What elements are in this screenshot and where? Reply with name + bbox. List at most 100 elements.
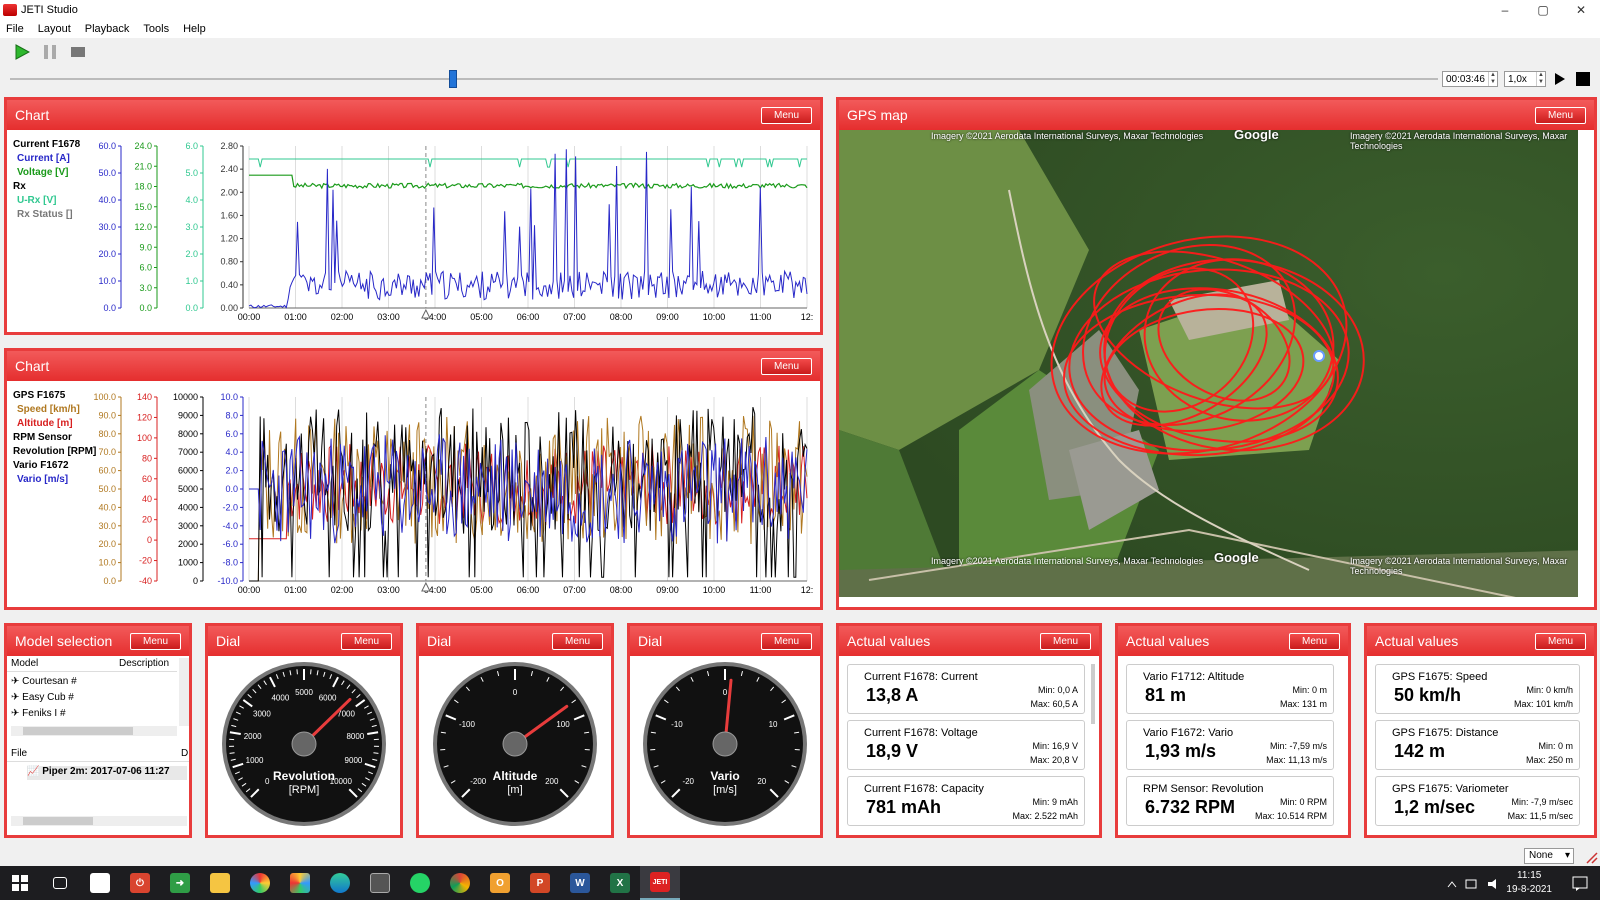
chart1-legend-item[interactable]: Current [A] [13,152,80,166]
menu-playback[interactable]: Playback [85,23,130,35]
model-list-item[interactable]: ✈ Easy Cub # [11,692,74,703]
col-description-header[interactable]: Description [119,658,169,669]
value-card[interactable]: GPS F1675: Distance 142 m Min: 0 m Max: 250… [1375,720,1580,770]
value-card[interactable]: Vario F1672: Vario 1,93 m/s Min: -7,59 m/s… [1126,720,1334,770]
taskbar-chrome[interactable] [440,866,480,900]
maximize-button[interactable]: ▢ [1524,0,1562,20]
play-toolbar-button[interactable] [12,42,32,62]
actual-values-menu-button[interactable]: Menu [1039,632,1091,650]
taskbar-powerpoint[interactable]: P [520,866,560,900]
stop-toolbar-button[interactable] [68,42,88,62]
actual-values-menu-button[interactable]: Menu [1288,632,1340,650]
dial-2-menu-button[interactable]: Menu [551,632,603,650]
value-card[interactable]: Vario F1712: Altitude 81 m Min: 0 m Max: 13… [1126,664,1334,714]
time-spinbox[interactable]: 00:03:46 ▲ ▼ [1442,71,1498,87]
pause-toolbar-button[interactable] [40,42,60,62]
current-position-marker [1313,350,1325,362]
chart2-legend-item[interactable]: Speed [km/h] [13,403,96,417]
satellite-map[interactable]: Imagery ©2021 Aerodata International Sur… [839,130,1578,597]
gauge-hub [712,731,738,757]
chart2-legend-item[interactable]: Altitude [m] [13,417,96,431]
resize-grip-icon[interactable] [1584,850,1598,864]
taskbar-edge[interactable] [320,866,360,900]
dial-3-menu-button[interactable]: Menu [760,632,812,650]
x-tick-label: 05:00 [470,585,493,595]
chart1-legend-item[interactable]: Rx [13,180,80,194]
stop-icon[interactable] [1576,72,1590,86]
chart-1-menu-button[interactable]: Menu [760,106,812,124]
model-list-header: Model Description [7,658,177,672]
playback-track[interactable] [10,78,1438,80]
x-tick-label: 02:00 [331,312,354,322]
gauge-unit: [RPM] [289,784,320,796]
col-d-header[interactable]: D [181,748,188,759]
value-card[interactable]: RPM Sensor: Revolution 6.732 RPM Min: 0 RP… [1126,776,1334,826]
chart1-legend-item[interactable]: U-Rx [V] [13,194,80,208]
chart1-legend-item[interactable]: Current F1678 [13,138,80,152]
value-card[interactable]: Current F1678: Capacity 781 mAh Min: 9 mAh… [847,776,1085,826]
value-card[interactable]: Current F1678: Voltage 18,9 V Min: 16,9 V M… [847,720,1085,770]
taskbar-app-green[interactable]: ➜ [160,866,200,900]
taskbar-calculator[interactable] [360,866,400,900]
taskbar-pinwheel[interactable] [280,866,320,900]
col-file-header[interactable]: File [11,748,27,759]
menu-tools[interactable]: Tools [143,23,169,35]
playback-bar: 00:03:46 ▲ ▼ 1,0x ▲ ▼ [0,66,1600,92]
actual-values-menu-button[interactable]: Menu [1534,632,1586,650]
minimize-button[interactable]: – [1486,0,1524,20]
taskbar-store[interactable] [80,866,120,900]
chart-2-plot[interactable]: 100.0 90.0 80.0 70.0 60.0 50.0 40.0 30.0 20.0 10.… [7,381,820,607]
dial-1-menu-button[interactable]: Menu [340,632,392,650]
col-model-header[interactable]: Model [11,658,38,669]
model-selection-menu-button[interactable]: Menu [129,632,181,650]
taskbar-word[interactable]: W [560,866,600,900]
taskbar-photos[interactable] [240,866,280,900]
actual-values-scrollbar[interactable] [1091,664,1095,724]
chart1-legend-item[interactable]: Rx Status [] [13,208,80,222]
model-list-item[interactable]: ✈ Courtesan # [11,676,77,687]
notification-icon[interactable] [1572,875,1588,891]
chart2-legend-item[interactable]: Vario F1672 [13,459,96,473]
chart2-legend-item[interactable]: GPS F1675 [13,389,96,403]
spin-arrows-icon[interactable]: ▲ ▼ [1536,72,1545,86]
menu-file[interactable]: File [6,23,24,35]
value-card[interactable]: Current F1678: Current 13,8 A Min: 0,0 A Ma… [847,664,1085,714]
taskbar-file-explorer[interactable] [200,866,240,900]
speed-value: 1,0x [1508,73,1527,85]
chart2-legend-item[interactable]: Revolution [RPM] [13,445,96,459]
none-select[interactable]: None ▾ [1524,848,1574,864]
model-list-vscrollbar[interactable] [179,658,189,726]
gps-map-menu-button[interactable]: Menu [1534,106,1586,124]
chart2-legend-item[interactable]: RPM Sensor [13,431,96,445]
taskbar-app-red[interactable]: ⏻ [120,866,160,900]
menu-help[interactable]: Help [183,23,206,35]
close-button[interactable]: ✕ [1562,0,1600,20]
taskbar-whatsapp[interactable] [400,866,440,900]
taskbar-clock[interactable]: 11:15 19-8-2021 [1506,869,1552,897]
value-min: Min: 16,9 V [1032,741,1078,751]
chart-1-title: Chart [15,107,50,123]
spin-arrows-icon[interactable]: ▲ ▼ [1488,72,1497,86]
model-list-hscrollbar[interactable] [11,726,177,736]
file-list-hscrollbar[interactable] [11,816,187,826]
windows-start-button[interactable] [0,866,40,900]
speed-spinbox[interactable]: 1,0x ▲ ▼ [1504,71,1546,87]
task-view-button[interactable] [40,866,80,900]
file-list-item[interactable]: 📈 Piper 2m: 2017-07-06 11:27 [27,766,187,780]
play-icon[interactable] [1554,72,1566,86]
chart1-legend-item[interactable]: Voltage [V] [13,166,80,180]
value-card[interactable]: GPS F1675: Speed 50 km/h Min: 0 km/h Max: 1… [1375,664,1580,714]
chart-1-plot[interactable]: 60.0 50.0 40.0 30.0 20.0 10.0 0.0 24.0 21.0 18.0 1… [7,130,820,332]
gauge-tick-label: -200 [470,777,487,786]
playback-slider-handle[interactable] [448,70,457,88]
chart-2-menu-button[interactable]: Menu [760,357,812,375]
taskbar-outlook[interactable]: O [480,866,520,900]
value-card[interactable]: GPS F1675: Variometer 1,2 m/sec Min: -7,9 … [1375,776,1580,826]
menu-layout[interactable]: Layout [38,23,71,35]
taskbar-jeti-studio[interactable]: JETI [640,866,680,900]
model-list-item[interactable]: ✈ Feniks I # [11,708,66,719]
y-tick-label: 0 [193,576,198,586]
chart2-legend-item[interactable]: Vario [m/s] [13,473,96,487]
taskbar-excel[interactable]: X [600,866,640,900]
value-min: Min: 0,0 A [1037,685,1078,695]
